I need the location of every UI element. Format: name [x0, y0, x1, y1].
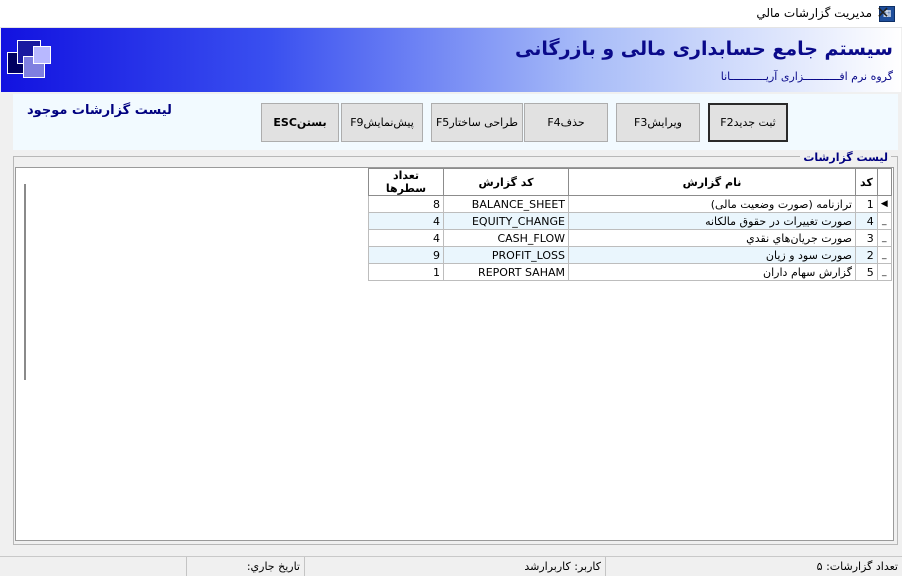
cell-report-name[interactable]: ترازنامه (صورت وضعیت مالی) [568, 195, 856, 213]
cell-report-code[interactable]: CASH_FLOW [443, 229, 569, 247]
cell-report-name[interactable]: گزارش سهام داران [568, 263, 856, 281]
window-title: مدیریت گزارشات مالي [756, 6, 872, 20]
table-row[interactable]: 1 REPORT SAHAM گزارش سهام داران 5 _ [368, 263, 892, 281]
cell-rows-count[interactable]: 8 [368, 195, 444, 213]
close-form-button[interactable]: بستنESC [261, 103, 339, 142]
cell-id[interactable]: 4 [855, 212, 878, 230]
preview-button[interactable]: پیش‌نمایشF9 [341, 103, 423, 142]
row-indicator: _ [876, 263, 892, 281]
current-row-arrow-icon: ◀ [876, 195, 892, 213]
reports-grid[interactable]: تعداد سطرها کد گزارش نام گزارش کد 8 BALA… [15, 167, 894, 541]
design-structure-button[interactable]: طراحی ساختارF5 [431, 103, 523, 142]
header-id[interactable]: کد [855, 168, 878, 196]
cell-report-name[interactable]: صورت تغییرات در حقوق مالکانه [568, 212, 856, 230]
header-report-name[interactable]: نام گزارش [568, 168, 856, 196]
cell-report-code[interactable]: PROFIT_LOSS [443, 246, 569, 264]
cell-report-code[interactable]: EQUITY_CHANGE [443, 212, 569, 230]
cell-rows-count[interactable]: 9 [368, 246, 444, 264]
row-indicator: _ [876, 229, 892, 247]
table-header-row: تعداد سطرها کد گزارش نام گزارش کد [368, 168, 892, 196]
row-indicator: _ [876, 246, 892, 264]
header-indicator [876, 168, 892, 196]
header-rows-count[interactable]: تعداد سطرها [368, 168, 444, 196]
new-report-button[interactable]: ثبت جدیدF2 [708, 103, 788, 142]
system-title: سیستم جامع حسابداری مالی و بازرگانی [515, 38, 893, 60]
status-report-count: تعداد گزارشات: ۵ [605, 557, 902, 576]
groupbox-caption: لیست گزارشات [800, 151, 891, 164]
status-user: کاربر: کاربرارشد [304, 557, 605, 576]
header-banner: سیستم جامع حسابداری مالی و بازرگانی گروه… [1, 28, 901, 92]
grid-scrollbar[interactable] [24, 184, 26, 380]
cell-report-code[interactable]: REPORT SAHAM [443, 263, 569, 281]
status-date: تاریخ جاري: ۱۴۰۵/۰۴/۱۹ [186, 557, 304, 576]
list-title: لیست گزارشات موجود [27, 103, 172, 118]
cell-rows-count[interactable]: 4 [368, 229, 444, 247]
reports-groupbox: لیست گزارشات تعداد سطرها کد گزارش نام گز… [13, 151, 898, 545]
cell-report-name[interactable]: صورت جریان‌هاي نقدي [568, 229, 856, 247]
toolbar-panel: لیست گزارشات موجود بستنESC پیش‌نمایشF9 ط… [13, 94, 898, 150]
cell-rows-count[interactable]: 4 [368, 212, 444, 230]
cell-report-name[interactable]: صورت سود و زیان [568, 246, 856, 264]
company-subtitle: گروه نرم افـــــــــــزاری آریــــــــــ… [720, 70, 893, 83]
status-bar: تاریخ جاري: ۱۴۰۵/۰۴/۱۹ کاربر: کاربرارشد … [0, 556, 902, 576]
cell-id[interactable]: 3 [855, 229, 878, 247]
title-bar: ▦ مدیریت گزارشات مالي ✕ [0, 0, 902, 28]
delete-button[interactable]: حذفF4 [524, 103, 608, 142]
edit-button[interactable]: ویرایشF3 [616, 103, 700, 142]
table-row[interactable]: 9 PROFIT_LOSS صورت سود و زیان 2 _ [368, 246, 892, 264]
company-logo-icon [7, 38, 53, 82]
reports-table: تعداد سطرها کد گزارش نام گزارش کد 8 BALA… [368, 168, 892, 281]
cell-rows-count[interactable]: 1 [368, 263, 444, 281]
table-row[interactable]: 8 BALANCE_SHEET ترازنامه (صورت وضعیت مال… [368, 195, 892, 213]
header-report-code[interactable]: کد گزارش [443, 168, 569, 196]
cell-id[interactable]: 1 [855, 195, 878, 213]
cell-id[interactable]: 2 [855, 246, 878, 264]
close-button[interactable]: ✕ [872, 4, 894, 24]
cell-id[interactable]: 5 [855, 263, 878, 281]
cell-report-code[interactable]: BALANCE_SHEET [443, 195, 569, 213]
table-row[interactable]: 4 CASH_FLOW صورت جریان‌هاي نقدي 3 _ [368, 229, 892, 247]
row-indicator: _ [876, 212, 892, 230]
table-row[interactable]: 4 EQUITY_CHANGE صورت تغییرات در حقوق مال… [368, 212, 892, 230]
